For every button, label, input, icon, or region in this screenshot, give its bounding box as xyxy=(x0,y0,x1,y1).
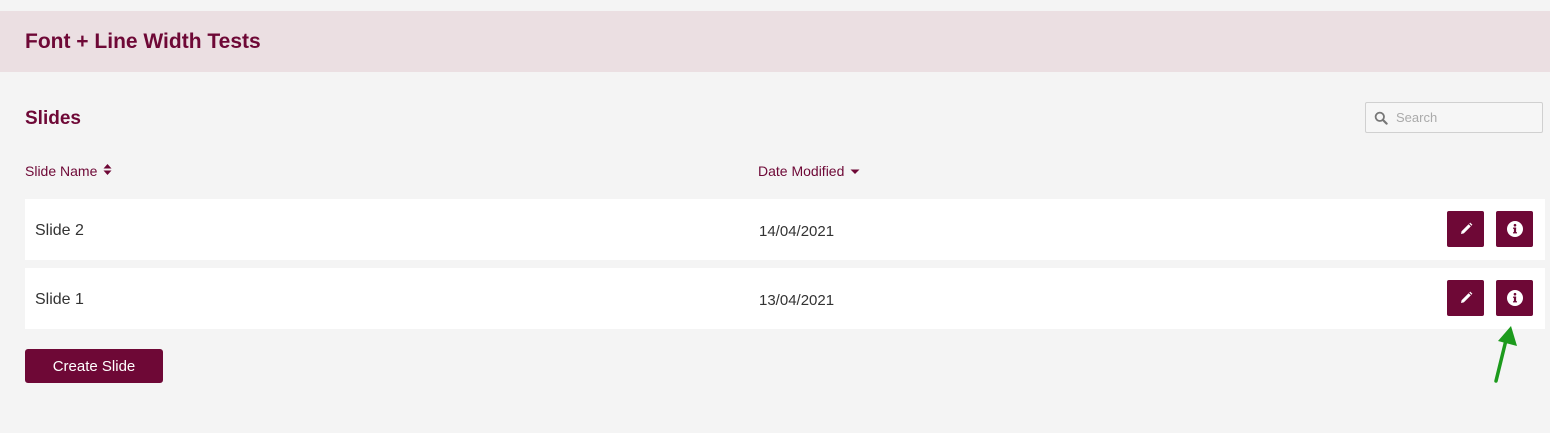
section-title: Slides xyxy=(25,108,81,129)
column-header-label: Date Modified xyxy=(758,163,845,179)
search-icon xyxy=(1374,111,1388,125)
create-slide-button[interactable]: Create Slide xyxy=(25,349,163,383)
table-row[interactable]: Slide 2 14/04/2021 xyxy=(25,199,1545,260)
pencil-icon xyxy=(1460,222,1472,234)
table-row[interactable]: Slide 1 13/04/2021 xyxy=(25,268,1545,329)
edit-button[interactable] xyxy=(1447,280,1484,316)
info-icon xyxy=(1506,290,1523,306)
slide-name-cell: Slide 2 xyxy=(35,222,84,239)
info-button[interactable] xyxy=(1496,280,1533,316)
edit-button[interactable] xyxy=(1447,211,1484,247)
sort-both-icon xyxy=(103,162,112,180)
search-input[interactable] xyxy=(1396,107,1536,128)
top-strip xyxy=(0,0,1550,11)
info-button[interactable] xyxy=(1496,211,1533,247)
date-modified-cell: 14/04/2021 xyxy=(759,223,835,240)
date-modified-cell: 13/04/2021 xyxy=(759,292,835,309)
sort-down-icon xyxy=(850,162,860,180)
column-header-slide-name[interactable]: Slide Name xyxy=(25,162,112,180)
column-header-date-modified[interactable]: Date Modified xyxy=(758,162,860,180)
info-icon xyxy=(1506,221,1523,237)
column-header-label: Slide Name xyxy=(25,163,98,179)
page-title: Font + Line Width Tests xyxy=(25,30,261,53)
search-box[interactable] xyxy=(1365,102,1543,133)
slide-name-cell: Slide 1 xyxy=(35,291,84,308)
pencil-icon xyxy=(1460,291,1472,303)
